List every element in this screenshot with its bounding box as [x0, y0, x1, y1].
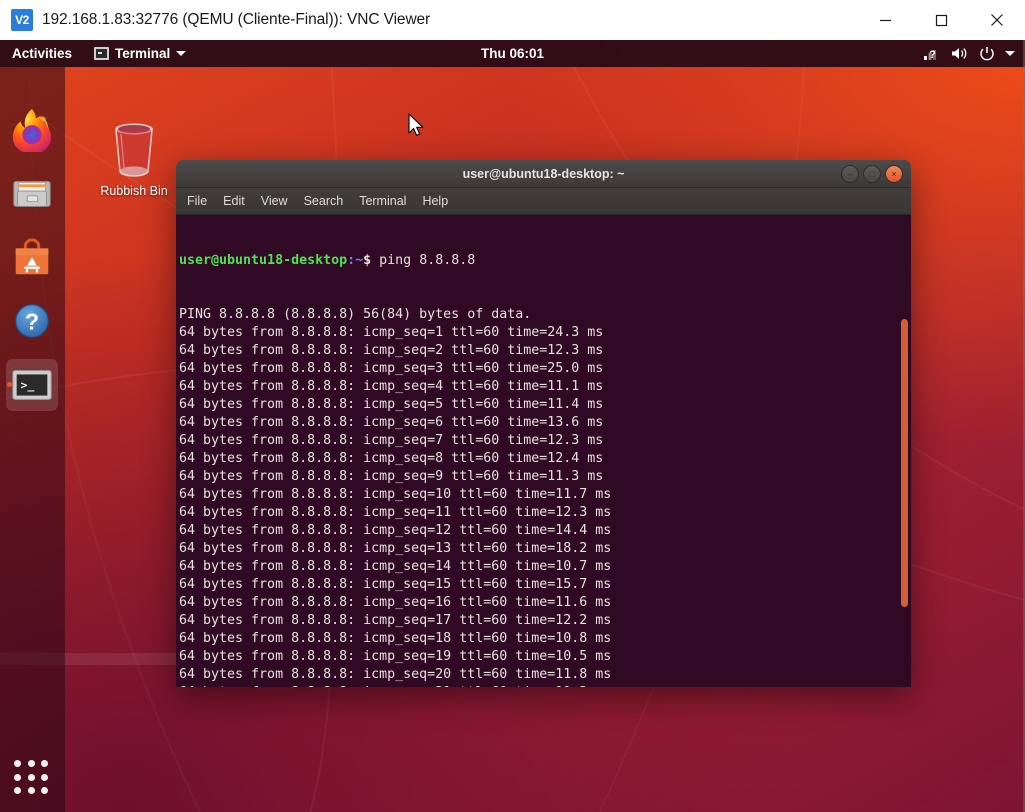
vnc-window-controls: [857, 0, 1025, 40]
terminal-output-line: 64 bytes from 8.8.8.8: icmp_seq=18 ttl=6…: [179, 630, 611, 648]
desktop-icon-rubbish-bin[interactable]: Rubbish Bin: [88, 118, 180, 198]
terminal-prompt-line: user@ubuntu18-desktop:~$ ping 8.8.8.8: [179, 252, 611, 270]
apps-dot: [14, 774, 21, 781]
menu-item-help[interactable]: Help: [422, 194, 448, 208]
apps-dot: [41, 774, 48, 781]
terminal-minimize-button[interactable]: –: [841, 165, 859, 183]
maximize-icon[interactable]: [913, 0, 969, 40]
terminal-window-title: user@ubuntu18-desktop: ~: [463, 167, 625, 181]
apps-dot: [28, 774, 35, 781]
terminal-text: user@ubuntu18-desktop:~$ ping 8.8.8.8 PI…: [179, 216, 611, 687]
terminal-output-lines: PING 8.8.8.8 (8.8.8.8) 56(84) bytes of d…: [179, 306, 611, 687]
apps-dot: [41, 787, 48, 794]
ubuntu-software-icon: [9, 234, 55, 280]
terminal-menubar: File Edit View Search Terminal Help: [176, 188, 911, 215]
terminal-close-button[interactable]: ×: [885, 165, 903, 183]
network-question-icon: ?: [924, 46, 941, 61]
terminal-output-line: 64 bytes from 8.8.8.8: icmp_seq=14 ttl=6…: [179, 558, 611, 576]
terminal-output-line: 64 bytes from 8.8.8.8: icmp_seq=15 ttl=6…: [179, 576, 611, 594]
trash-icon: [107, 118, 161, 180]
apps-grid-icon[interactable]: [14, 760, 50, 796]
apps-dot: [14, 760, 21, 767]
ubuntu-top-panel-content: Activities Terminal Thu 06:01 ?: [0, 40, 1025, 67]
vnc-window-title: 192.168.1.83:32776 (QEMU (Cliente-Final)…: [42, 11, 430, 29]
terminal-output-line: 64 bytes from 8.8.8.8: icmp_seq=10 ttl=6…: [179, 486, 611, 504]
ubuntu-dock: ? >_: [0, 67, 65, 812]
firefox-icon: [9, 106, 55, 152]
menu-item-search[interactable]: Search: [304, 194, 344, 208]
terminal-output-line: 64 bytes from 8.8.8.8: icmp_seq=19 ttl=6…: [179, 648, 611, 666]
terminal-scrollbar-thumb[interactable]: [901, 319, 908, 607]
prompt-command: ping 8.8.8.8: [371, 253, 475, 268]
menu-item-file[interactable]: File: [187, 194, 207, 208]
tray-chevron-down-icon: [1005, 51, 1015, 56]
terminal-output-line: PING 8.8.8.8 (8.8.8.8) 56(84) bytes of d…: [179, 306, 611, 324]
system-tray[interactable]: ?: [924, 46, 1015, 62]
prompt-path: :~: [347, 253, 363, 268]
apps-dot: [41, 760, 48, 767]
apps-dot: [28, 787, 35, 794]
terminal-window[interactable]: user@ubuntu18-desktop: ~ – □ × File Edit…: [176, 160, 911, 687]
terminal-output-line: 64 bytes from 8.8.8.8: icmp_seq=12 ttl=6…: [179, 522, 611, 540]
close-icon[interactable]: [969, 0, 1025, 40]
svg-text:>_: >_: [21, 378, 35, 393]
terminal-output-line: 64 bytes from 8.8.8.8: icmp_seq=3 ttl=60…: [179, 360, 611, 378]
terminal-output-line: 64 bytes from 8.8.8.8: icmp_seq=5 ttl=60…: [179, 396, 611, 414]
menu-item-view[interactable]: View: [261, 194, 288, 208]
dock-item-ubuntu-software[interactable]: [6, 231, 58, 283]
terminal-output-line: 64 bytes from 8.8.8.8: icmp_seq=20 ttl=6…: [179, 666, 611, 684]
clock[interactable]: Thu 06:01: [0, 46, 1025, 61]
terminal-titlebar[interactable]: user@ubuntu18-desktop: ~ – □ ×: [176, 160, 911, 188]
prompt-symbol: $: [363, 253, 371, 268]
terminal-output-line: 64 bytes from 8.8.8.8: icmp_seq=8 ttl=60…: [179, 450, 611, 468]
terminal-output-line: 64 bytes from 8.8.8.8: icmp_seq=6 ttl=60…: [179, 414, 611, 432]
terminal-output-line: 64 bytes from 8.8.8.8: icmp_seq=11 ttl=6…: [179, 504, 611, 522]
terminal-scrollbar[interactable]: [898, 215, 911, 687]
terminal-window-controls: – □ ×: [841, 160, 903, 187]
apps-dot: [14, 787, 21, 794]
terminal-output-line: 64 bytes from 8.8.8.8: icmp_seq=21 ttl=6…: [179, 684, 611, 687]
terminal-output-line: 64 bytes from 8.8.8.8: icmp_seq=1 ttl=60…: [179, 324, 611, 342]
terminal-output-line: 64 bytes from 8.8.8.8: icmp_seq=7 ttl=60…: [179, 432, 611, 450]
terminal-output-line: 64 bytes from 8.8.8.8: icmp_seq=16 ttl=6…: [179, 594, 611, 612]
volume-icon: [951, 46, 969, 61]
svg-text:?: ?: [929, 49, 936, 61]
desktop-icon-label: Rubbish Bin: [88, 184, 180, 198]
dock-item-help[interactable]: ?: [6, 295, 58, 347]
power-icon: [979, 46, 995, 62]
vnc-viewer-titlebar: V2 192.168.1.83:32776 (QEMU (Cliente-Fin…: [0, 0, 1025, 41]
file-manager-icon: [9, 170, 55, 216]
svg-text:?: ?: [25, 309, 39, 335]
prompt-user-host: user@ubuntu18-desktop: [179, 253, 347, 268]
apps-dot: [28, 760, 35, 767]
remote-desktop-view[interactable]: Activities Terminal Thu 06:01 ?: [0, 40, 1025, 812]
screen-root: V2 192.168.1.83:32776 (QEMU (Cliente-Fin…: [0, 0, 1025, 812]
vnc-logo-icon: V2: [11, 9, 33, 31]
terminal-maximize-button[interactable]: □: [863, 165, 881, 183]
terminal-output-line: 64 bytes from 8.8.8.8: icmp_seq=2 ttl=60…: [179, 342, 611, 360]
minimize-icon[interactable]: [857, 0, 913, 40]
dock-item-terminal[interactable]: >_: [6, 359, 58, 411]
help-icon: ?: [9, 298, 55, 344]
terminal-output-line: 64 bytes from 8.8.8.8: icmp_seq=13 ttl=6…: [179, 540, 611, 558]
dock-item-files[interactable]: [6, 167, 58, 219]
dock-item-firefox[interactable]: [6, 103, 58, 155]
menu-item-edit[interactable]: Edit: [223, 194, 245, 208]
terminal-output-area[interactable]: user@ubuntu18-desktop:~$ ping 8.8.8.8 PI…: [176, 215, 911, 687]
terminal-output-line: 64 bytes from 8.8.8.8: icmp_seq=4 ttl=60…: [179, 378, 611, 396]
terminal-output-line: 64 bytes from 8.8.8.8: icmp_seq=17 ttl=6…: [179, 612, 611, 630]
terminal-output-line: 64 bytes from 8.8.8.8: icmp_seq=9 ttl=60…: [179, 468, 611, 486]
terminal-icon: >_: [9, 362, 55, 408]
menu-item-terminal[interactable]: Terminal: [359, 194, 406, 208]
